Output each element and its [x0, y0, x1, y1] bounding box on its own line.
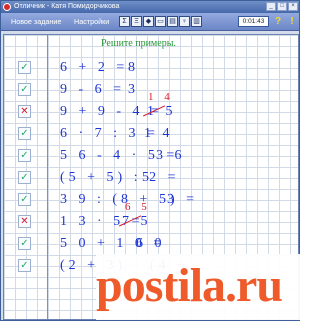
check-icon: ✓	[18, 259, 31, 272]
correction: 6 5	[125, 201, 151, 213]
check-icon: ✓	[18, 237, 31, 250]
example-row: ✓ (5 + 5) : 2 = 5	[4, 167, 298, 189]
check-icon: ✓	[18, 149, 31, 162]
example-row: ✓ 5 0 + 1 0 = 6 0	[4, 233, 298, 255]
check-icon: ✓	[18, 171, 31, 184]
window-controls: _ □ ×	[266, 2, 298, 11]
worksheet-heading: Решите примеры.	[101, 38, 176, 49]
answer[interactable]: 8	[128, 60, 139, 76]
close-button[interactable]: ×	[288, 2, 298, 11]
maximize-button[interactable]: □	[277, 2, 287, 11]
help-button[interactable]: ?	[273, 15, 283, 28]
answer[interactable]: 3	[167, 192, 178, 208]
expression: (5 + 5) : 2 =	[60, 170, 180, 185]
check-icon: ✓	[18, 127, 31, 140]
cross-icon: ✕	[18, 105, 31, 118]
answer[interactable]: 5	[142, 170, 153, 186]
watermark: postila.ru	[96, 254, 301, 320]
check-icon: ✓	[18, 193, 31, 206]
expression: 6 + 2 =	[60, 60, 129, 75]
new-task-button[interactable]: Новое задание	[11, 16, 61, 28]
exit-button[interactable]: !	[287, 15, 297, 28]
title-bar: Отличник - Катя Помидорчикова _ □ ×	[1, 1, 299, 13]
window-title: Отличник - Катя Помидорчикова	[14, 3, 120, 10]
diamond-icon[interactable]: ◆	[143, 16, 154, 27]
example-row: ✕ 9 + 9 - 4 = 1 5 1 4	[4, 91, 298, 125]
shapes-icon[interactable]: Ξ	[131, 16, 142, 27]
check-icon: ✓	[18, 61, 31, 74]
minimize-button[interactable]: _	[266, 2, 276, 11]
app-window: Отличник - Катя Помидорчикова _ □ × Ново…	[0, 0, 301, 321]
check-icon: ✓	[18, 83, 31, 96]
example-row: ✓ 6 + 2 = 8	[4, 57, 298, 79]
expression: 9 - 6 =	[60, 82, 126, 97]
example-row: ✕ 1 3 · 5 = 7 5 6 5	[4, 201, 298, 235]
person-icon[interactable]: ♀	[179, 16, 190, 27]
example-row: ✓ 3 9 : (8 + 5) = 3	[4, 189, 298, 211]
settings-button[interactable]: Настройки	[74, 16, 109, 28]
correction: 1 4	[148, 91, 174, 103]
screen-icon[interactable]: ▭	[155, 16, 166, 27]
example-row: ✓ 6 · 7 : 3 = 1 4	[4, 123, 298, 145]
app-icon	[3, 3, 11, 11]
answer[interactable]: 3	[128, 82, 139, 98]
toolbar: Новое задание Настройки Σ Ξ ◆ ▭ ▤ ♀ ▥ 0:…	[1, 13, 299, 31]
watermark-text: postila.ru	[96, 259, 283, 312]
example-row: ✓ 5 6 - 4 · 5 = 3 6	[4, 145, 298, 167]
calendar-icon[interactable]: ▥	[191, 16, 202, 27]
cross-icon: ✕	[18, 215, 31, 228]
table-icon[interactable]: ▤	[167, 16, 178, 27]
answer[interactable]: 1 4	[144, 126, 174, 142]
timer-display: 0:01:43	[238, 16, 269, 27]
toolbar-icons: Σ Ξ ◆ ▭ ▤ ♀ ▥	[119, 16, 202, 27]
answer[interactable]: 3 6	[156, 148, 186, 164]
answer[interactable]: 6 0	[136, 236, 166, 252]
sum-icon[interactable]: Σ	[119, 16, 130, 27]
